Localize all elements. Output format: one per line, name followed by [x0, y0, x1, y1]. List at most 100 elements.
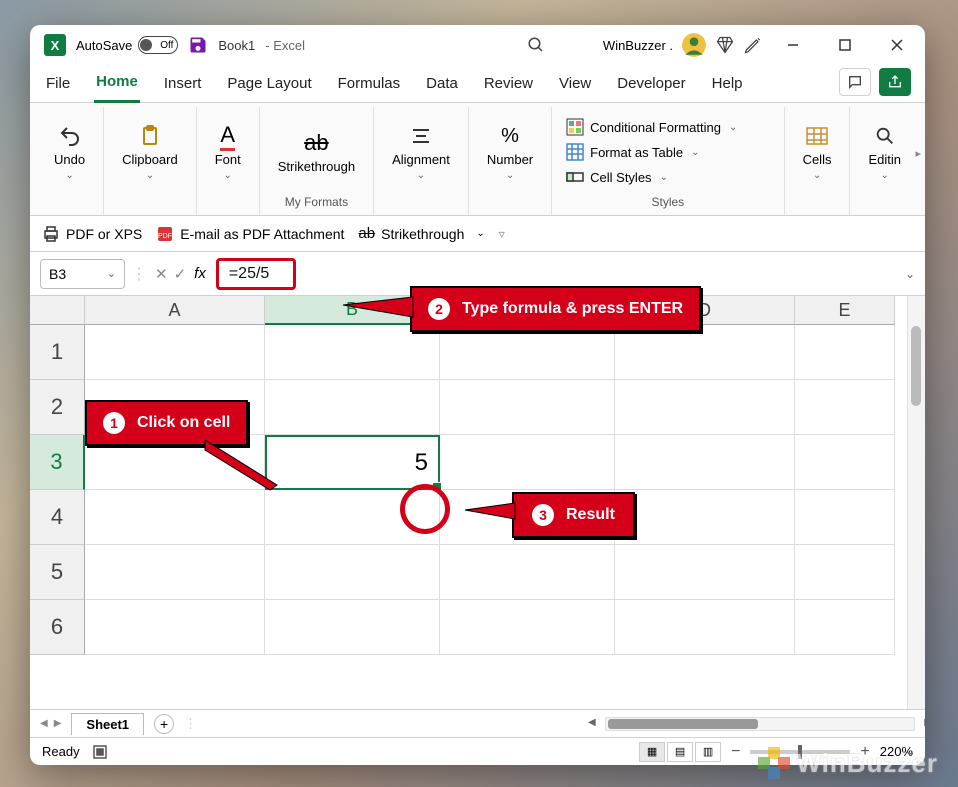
- share-button[interactable]: [879, 68, 911, 96]
- row-header-5[interactable]: 5: [30, 545, 85, 600]
- cell-b1[interactable]: [265, 325, 440, 380]
- qat-email-pdf[interactable]: PDF E-mail as PDF Attachment: [156, 225, 344, 243]
- qat-email-label: E-mail as PDF Attachment: [180, 226, 344, 242]
- add-sheet-button[interactable]: +: [154, 714, 174, 734]
- cell-b5[interactable]: [265, 545, 440, 600]
- cell-c5[interactable]: [440, 545, 615, 600]
- cell-a6[interactable]: [85, 600, 265, 655]
- cancel-formula-icon[interactable]: ✕: [155, 265, 168, 283]
- cell-d4[interactable]: [615, 490, 795, 545]
- name-box[interactable]: B3 ⌄: [40, 259, 125, 289]
- conditional-formatting-button[interactable]: Conditional Formatting ⌄: [562, 116, 741, 138]
- close-button[interactable]: [875, 25, 919, 65]
- cell-c1[interactable]: [440, 325, 615, 380]
- minimize-button[interactable]: [771, 25, 815, 65]
- cell-e1[interactable]: [795, 325, 895, 380]
- format-as-table-button[interactable]: Format as Table ⌄: [562, 141, 741, 163]
- cell-e6[interactable]: [795, 600, 895, 655]
- cell-d2[interactable]: [615, 380, 795, 435]
- user-avatar-icon[interactable]: [681, 32, 707, 58]
- row-header-3[interactable]: 3: [30, 435, 85, 490]
- editing-button[interactable]: Editin ⌄: [860, 117, 909, 187]
- svg-text:PDF: PDF: [158, 233, 172, 240]
- callout-2-text: Type formula & press ENTER: [462, 300, 683, 318]
- diamond-icon[interactable]: [715, 35, 735, 55]
- horizontal-scrollbar[interactable]: [605, 717, 915, 731]
- sheet-nav[interactable]: ◀▶: [40, 718, 61, 729]
- row-header-1[interactable]: 1: [30, 325, 85, 380]
- cell-b2[interactable]: [265, 380, 440, 435]
- document-name: Book1: [218, 38, 255, 53]
- group-label-spacer: [68, 193, 71, 213]
- cell-a1[interactable]: [85, 325, 265, 380]
- cell-b6[interactable]: [265, 600, 440, 655]
- qat-overflow-icon[interactable]: ▿: [499, 227, 505, 241]
- cell-d6[interactable]: [615, 600, 795, 655]
- cell-c2[interactable]: [440, 380, 615, 435]
- cell-e5[interactable]: [795, 545, 895, 600]
- tab-view[interactable]: View: [557, 69, 593, 102]
- tab-data[interactable]: Data: [424, 69, 460, 102]
- cell-b3[interactable]: 5: [265, 435, 440, 490]
- column-header-e[interactable]: E: [795, 296, 895, 325]
- cell-e4[interactable]: [795, 490, 895, 545]
- view-page-layout-button[interactable]: ▤: [667, 742, 693, 762]
- tab-developer[interactable]: Developer: [615, 69, 687, 102]
- callout-2: 2 Type formula & press ENTER: [410, 286, 701, 332]
- tab-insert[interactable]: Insert: [162, 69, 204, 102]
- tab-home[interactable]: Home: [94, 67, 140, 103]
- cell-d5[interactable]: [615, 545, 795, 600]
- pdf-icon: PDF: [156, 225, 174, 243]
- cell-c3[interactable]: [440, 435, 615, 490]
- pen-icon[interactable]: [743, 35, 763, 55]
- ribbon-overflow-icon[interactable]: ▸: [915, 147, 921, 160]
- editing-label: Editin: [868, 152, 901, 167]
- maximize-button[interactable]: [823, 25, 867, 65]
- cells-button[interactable]: Cells ⌄: [795, 117, 840, 187]
- vertical-scrollbar[interactable]: [907, 296, 925, 709]
- cell-d3[interactable]: [615, 435, 795, 490]
- sheet-tab-1[interactable]: Sheet1: [71, 713, 144, 735]
- cell-styles-button[interactable]: Cell Styles ⌄: [562, 166, 741, 188]
- tab-formulas[interactable]: Formulas: [336, 69, 403, 102]
- row-header-4[interactable]: 4: [30, 490, 85, 545]
- qat-pdf-or-xps[interactable]: PDF or XPS: [42, 225, 142, 243]
- tab-file[interactable]: File: [44, 69, 72, 102]
- expand-formula-bar-icon[interactable]: ⌄: [905, 267, 915, 281]
- clipboard-button[interactable]: Clipboard ⌄: [114, 117, 186, 187]
- tab-page-layout[interactable]: Page Layout: [225, 69, 313, 102]
- cell-e2[interactable]: [795, 380, 895, 435]
- strikethrough-button[interactable]: ab Strikethrough: [270, 124, 363, 180]
- macro-recorder-icon[interactable]: [92, 744, 108, 760]
- chevron-down-icon: ⌄: [224, 170, 232, 181]
- vertical-scrollbar-thumb[interactable]: [911, 326, 921, 406]
- qat-strikethrough[interactable]: ab Strikethrough ⌄: [358, 225, 484, 242]
- excel-app-icon: X: [44, 34, 66, 56]
- cell-e3[interactable]: [795, 435, 895, 490]
- formula-input[interactable]: =25/5: [216, 258, 296, 290]
- format-as-table-label: Format as Table: [590, 145, 683, 160]
- tab-help[interactable]: Help: [710, 69, 745, 102]
- fx-icon[interactable]: fx: [194, 265, 206, 282]
- cell-d1[interactable]: [615, 325, 795, 380]
- horizontal-scrollbar-thumb[interactable]: [608, 719, 758, 729]
- search-icon[interactable]: [527, 36, 545, 54]
- alignment-button[interactable]: Alignment ⌄: [384, 117, 458, 187]
- number-button[interactable]: % Number ⌄: [479, 117, 541, 187]
- view-page-break-button[interactable]: ▥: [695, 742, 721, 762]
- row-header-6[interactable]: 6: [30, 600, 85, 655]
- font-button[interactable]: A Font ⌄: [207, 117, 249, 187]
- autosave-toggle[interactable]: Off: [138, 36, 178, 54]
- zoom-out-button[interactable]: −: [731, 743, 740, 761]
- view-normal-button[interactable]: ▦: [639, 742, 665, 762]
- column-header-a[interactable]: A: [85, 296, 265, 325]
- cell-c6[interactable]: [440, 600, 615, 655]
- cell-a5[interactable]: [85, 545, 265, 600]
- undo-button[interactable]: Undo ⌄: [46, 117, 93, 187]
- confirm-formula-icon[interactable]: ✓: [174, 265, 187, 283]
- comments-button[interactable]: [839, 68, 871, 96]
- row-header-2[interactable]: 2: [30, 380, 85, 435]
- save-icon[interactable]: [188, 35, 208, 55]
- tab-review[interactable]: Review: [482, 69, 535, 102]
- select-all-corner[interactable]: [30, 296, 85, 325]
